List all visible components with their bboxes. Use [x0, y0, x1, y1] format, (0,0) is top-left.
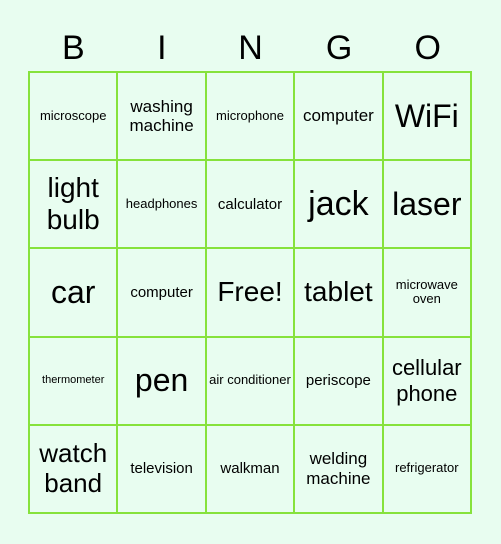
- bingo-cell[interactable]: pen: [118, 337, 205, 424]
- header-letter-g: G: [325, 29, 353, 67]
- header-letter-o: O: [414, 29, 441, 67]
- bingo-cell[interactable]: washing machine: [118, 73, 205, 160]
- bingo-cell[interactable]: thermometer: [30, 337, 117, 424]
- bingo-cell[interactable]: car: [30, 249, 117, 336]
- bingo-cell[interactable]: microphone: [206, 73, 294, 160]
- bingo-cell[interactable]: computer: [118, 249, 205, 336]
- bingo-cell[interactable]: microscope: [30, 73, 117, 160]
- bingo-cell[interactable]: computer: [295, 73, 382, 160]
- bingo-cell[interactable]: welding machine: [295, 425, 382, 512]
- bingo-header: B I N G O: [29, 28, 472, 68]
- header-letter-b: B: [61, 29, 85, 67]
- bingo-cell[interactable]: television: [118, 425, 205, 512]
- bingo-cell[interactable]: light bulb: [30, 161, 117, 248]
- header-letter-i: I: [157, 29, 167, 67]
- header-letter-n: N: [238, 29, 263, 67]
- bingo-cell[interactable]: refrigerator: [383, 425, 470, 512]
- bingo-cell[interactable]: cellular phone: [383, 337, 470, 424]
- bingo-cell[interactable]: air conditioner: [206, 337, 294, 424]
- free-space[interactable]: Free!: [206, 249, 294, 336]
- bingo-cell[interactable]: laser: [383, 161, 470, 248]
- bingo-cell[interactable]: headphones: [118, 161, 205, 248]
- bingo-cell[interactable]: calculator: [206, 161, 294, 248]
- bingo-cell[interactable]: tablet: [295, 249, 382, 336]
- bingo-cell[interactable]: microwave oven: [383, 249, 470, 336]
- bingo-cell[interactable]: jack: [295, 161, 382, 248]
- bingo-grid: microscope washing machine microphone co…: [28, 71, 472, 514]
- bingo-cell[interactable]: walkman: [206, 425, 294, 512]
- bingo-cell[interactable]: WiFi: [383, 73, 470, 160]
- bingo-cell[interactable]: periscope: [295, 337, 382, 424]
- bingo-cell[interactable]: watch band: [30, 425, 117, 512]
